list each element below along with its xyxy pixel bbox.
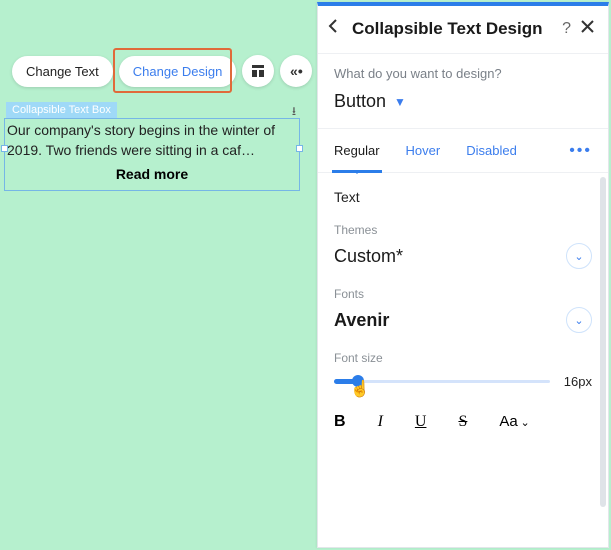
themes-value: Custom*: [334, 246, 403, 267]
fonts-label: Fonts: [334, 287, 592, 301]
bold-button[interactable]: B: [334, 413, 346, 431]
font-size-value: 16px: [564, 374, 592, 389]
design-question: What do you want to design?: [334, 66, 592, 81]
cursor-icon: ☝: [350, 379, 370, 399]
layout-icon-button[interactable]: [242, 55, 274, 87]
editor-canvas: Change Text Change Design «• Collapsible…: [0, 0, 611, 550]
panel-scroll: Text Themes Custom* ⌄ Fonts Avenir ⌄ Fon…: [318, 173, 608, 547]
scrollbar[interactable]: [600, 177, 606, 507]
collapsible-text-box[interactable]: Our company's story begins in the winter…: [4, 118, 300, 191]
italic-button[interactable]: I: [378, 413, 383, 431]
layout-icon: [251, 64, 265, 78]
chevron-down-icon: ⌄: [518, 417, 530, 429]
change-text-button[interactable]: Change Text: [12, 56, 113, 87]
resize-handle[interactable]: [1, 145, 8, 152]
design-target-value: Button: [334, 91, 386, 112]
themes-select[interactable]: Custom* ⌄: [334, 243, 592, 269]
design-target-section: What do you want to design? Button ▼: [318, 54, 608, 129]
close-button[interactable]: [581, 20, 594, 38]
tab-hover[interactable]: Hover: [406, 129, 441, 172]
font-size-row: ☝ 16px: [334, 373, 592, 389]
underline-button[interactable]: U: [415, 413, 427, 431]
text-format-toolbar: B I U S Aa ⌄: [334, 413, 592, 435]
tab-disabled[interactable]: Disabled: [466, 129, 517, 172]
tab-regular[interactable]: Regular: [334, 129, 380, 172]
animation-icon-button[interactable]: «•: [280, 55, 312, 87]
animation-icon: «•: [290, 63, 303, 79]
design-target-select[interactable]: Button ▼: [334, 91, 592, 112]
chevron-left-icon: [328, 18, 338, 34]
panel-title: Collapsible Text Design: [352, 19, 562, 39]
fonts-value: Avenir: [334, 310, 389, 331]
themes-label: Themes: [334, 223, 592, 237]
fonts-select[interactable]: Avenir ⌄: [334, 307, 592, 333]
close-icon: [581, 20, 594, 33]
chevron-down-icon: ⌄: [566, 307, 592, 333]
change-design-button[interactable]: Change Design: [119, 56, 237, 87]
help-button[interactable]: ?: [562, 20, 571, 38]
panel-header: Collapsible Text Design ?: [318, 6, 608, 54]
font-size-slider[interactable]: ☝: [334, 373, 550, 389]
collapsed-text: Our company's story begins in the winter…: [7, 121, 297, 160]
resize-handle[interactable]: [296, 145, 303, 152]
download-icon[interactable]: ⭳: [285, 103, 303, 121]
group-text: Text: [334, 189, 592, 205]
element-type-label: Collapsible Text Box: [6, 102, 117, 118]
strike-button[interactable]: S: [458, 413, 467, 431]
chevron-down-icon: ▼: [394, 95, 406, 109]
back-button[interactable]: [328, 18, 348, 39]
case-button[interactable]: Aa ⌄: [499, 413, 529, 431]
design-panel: Collapsible Text Design ? What do you wa…: [317, 2, 609, 548]
read-more-button[interactable]: Read more: [7, 166, 297, 182]
font-size-label: Font size: [334, 351, 592, 365]
chevron-down-icon: ⌄: [566, 243, 592, 269]
tabs-more-button[interactable]: •••: [569, 142, 592, 160]
state-tabs: Regular Hover Disabled •••: [318, 129, 608, 173]
element-toolbar: Change Text Change Design «•: [12, 55, 312, 87]
